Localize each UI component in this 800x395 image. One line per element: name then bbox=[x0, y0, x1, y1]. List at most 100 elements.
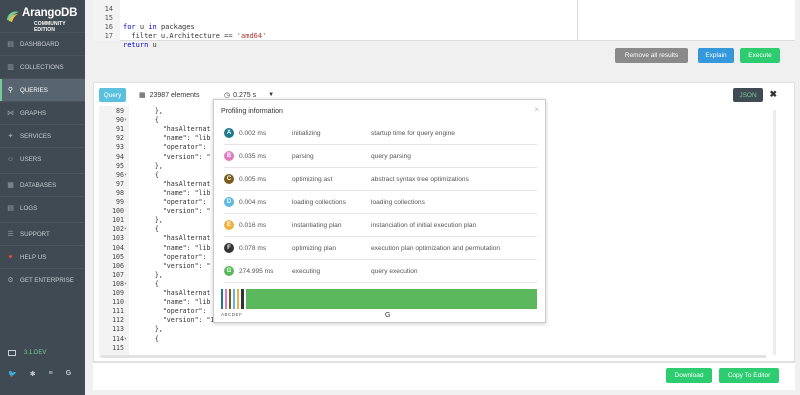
sidebar-item-dashboard[interactable]: ▤ DASHBOARD bbox=[0, 32, 85, 55]
phase-badge: F bbox=[224, 243, 234, 253]
code-text: }, bbox=[139, 161, 163, 170]
bar-legend: ABCDEF bbox=[221, 312, 243, 317]
sidebar-item-label: GRAPHS bbox=[20, 109, 47, 117]
fold-icon[interactable]: ▾ bbox=[124, 116, 127, 125]
sidebar-item-collections[interactable]: ▥ COLLECTIONS bbox=[0, 55, 85, 78]
profiling-row: E 0.016 ms instantiating plan instanciation… bbox=[224, 214, 537, 237]
dashboard-icon: ▤ bbox=[7, 41, 14, 48]
stackoverflow-icon[interactable]: ≡ bbox=[49, 370, 53, 378]
sidebar-item-graphs[interactable]: ⋈ GRAPHS bbox=[0, 101, 85, 124]
execute-button[interactable]: Execute bbox=[740, 48, 780, 63]
fold-icon[interactable]: ▾ bbox=[124, 171, 127, 180]
phase-name: executing bbox=[292, 268, 321, 275]
line-number: 106 bbox=[112, 261, 124, 270]
phase-description: execution plan optimization and permutat… bbox=[371, 245, 501, 252]
version-label: 3.1.DEV bbox=[24, 350, 47, 356]
json-toggle-button[interactable]: JSON bbox=[733, 88, 763, 102]
line-number: 101 bbox=[112, 216, 124, 225]
sidebar-item-label: LOGS bbox=[20, 204, 38, 212]
services-icon: ✦ bbox=[7, 133, 14, 140]
vertical-scrollbar[interactable] bbox=[773, 110, 776, 355]
phase-description: startup time for query engine bbox=[371, 130, 455, 137]
sidebar-item-label: COLLECTIONS bbox=[20, 63, 64, 71]
horizontal-scrollbar[interactable] bbox=[101, 355, 766, 358]
editor-line: 17 return u bbox=[93, 23, 157, 59]
copy-to-editor-button[interactable]: Copy To Editor bbox=[719, 368, 779, 383]
line-number: 96 bbox=[116, 170, 124, 179]
line-number: 111 bbox=[112, 307, 124, 316]
brand-name: ArangoDB bbox=[22, 7, 78, 19]
clock-icon: ◷ bbox=[224, 92, 231, 99]
caret-down-icon[interactable]: ▼ bbox=[268, 92, 274, 98]
sidebar-item-support[interactable]: ☰ SUPPORT bbox=[0, 222, 85, 245]
execution-time[interactable]: ◷ 0.275 s ▼ bbox=[224, 91, 274, 100]
enterprise-icon: ⚙ bbox=[7, 277, 14, 284]
code-text: "name": "lib bbox=[139, 298, 211, 307]
sidebar-item-logs[interactable]: ▤ LOGS bbox=[0, 196, 85, 219]
code-text: u bbox=[135, 23, 149, 31]
users-icon: ☺ bbox=[6, 155, 15, 163]
code-text: "hasAlternat bbox=[139, 234, 211, 243]
fold-icon[interactable]: ▾ bbox=[124, 280, 127, 289]
code-text: "operator": bbox=[139, 252, 207, 261]
download-button[interactable]: Download bbox=[666, 368, 712, 383]
sidebar-item-get-enterprise[interactable]: ⚙ GET ENTERPRISE bbox=[0, 268, 85, 291]
phase-time: 0.078 ms bbox=[239, 245, 267, 252]
remove-all-results-button[interactable]: Remove all results bbox=[615, 48, 688, 63]
phase-name: optimizing plan bbox=[292, 245, 336, 252]
phase-name: loading collections bbox=[292, 199, 346, 206]
close-icon[interactable]: × bbox=[534, 105, 539, 114]
code-text: "hasAlternat bbox=[139, 289, 211, 297]
tab-query[interactable]: Query bbox=[99, 88, 126, 102]
close-result-icon[interactable]: ✖ bbox=[769, 89, 777, 100]
code-text: { bbox=[139, 334, 159, 343]
support-icon: ☰ bbox=[7, 231, 14, 238]
line-number: 107 bbox=[112, 270, 124, 279]
phase-time: 0.035 ms bbox=[239, 153, 267, 160]
slack-icon[interactable]: ✱ bbox=[30, 370, 36, 378]
profiling-row: F 0.078 ms optimizing plan execution plan o… bbox=[224, 237, 537, 260]
code-text: { bbox=[139, 279, 159, 288]
keyword: in bbox=[148, 23, 157, 31]
phase-time: 0.016 ms bbox=[239, 222, 267, 229]
phase-description: query parsing bbox=[371, 153, 411, 160]
phase-time: 274.995 ms bbox=[239, 268, 274, 275]
google-icon[interactable]: G bbox=[66, 370, 71, 378]
code-text: "version": " bbox=[139, 152, 211, 161]
code-text: { bbox=[139, 225, 159, 234]
query-editor[interactable]: 14 15 for u in packages 16 filter u.Arch… bbox=[93, 0, 795, 49]
profiling-row: C 0.005 ms optimizing ast abstract syntax t… bbox=[224, 168, 537, 191]
line-number: 100 bbox=[112, 207, 124, 216]
sidebar-footer: 3.1.DEV 🐦 ✱ ≡ G bbox=[0, 350, 85, 395]
line-number: 97 bbox=[116, 179, 124, 188]
keyword: return bbox=[123, 41, 149, 49]
sidebar-item-label: HELP US bbox=[20, 253, 47, 261]
phase-description: loading collections bbox=[371, 199, 425, 206]
editor-divider bbox=[577, 0, 578, 41]
sidebar-item-queries[interactable]: ⚲ QUERIES bbox=[0, 78, 85, 101]
logo[interactable]: ArangoDB COMMUNITY EDITION bbox=[0, 0, 85, 33]
fold-icon[interactable]: ▾ bbox=[124, 335, 127, 344]
sidebar-item-databases[interactable]: ▦ DATABASES bbox=[0, 173, 85, 196]
profiling-popup: Profiling information × A 0.002 ms initial… bbox=[213, 99, 546, 323]
twitter-icon[interactable]: 🐦 bbox=[8, 370, 17, 378]
line-number: 90 bbox=[116, 116, 124, 125]
line-number: 110 bbox=[112, 298, 124, 307]
profiling-row: G 274.995 ms executing query execution bbox=[224, 260, 537, 283]
phase-badge: D bbox=[224, 197, 234, 207]
line-number: 109 bbox=[112, 289, 124, 297]
line-number: 103 bbox=[112, 234, 124, 243]
sidebar-item-help-us[interactable]: ♥ HELP US bbox=[0, 245, 85, 268]
profiling-row: A 0.002 ms initializing startup time for qu… bbox=[224, 122, 537, 145]
sidebar-item-label: SERVICES bbox=[20, 132, 52, 140]
elements-count: ▦ 23987 elements bbox=[139, 91, 200, 100]
sidebar-item-services[interactable]: ✦ SERVICES bbox=[0, 124, 85, 147]
fold-icon[interactable]: ▾ bbox=[124, 225, 127, 234]
code-text: packages bbox=[156, 23, 195, 31]
elements-label: 23987 elements bbox=[149, 91, 200, 99]
phase-description: instanciation of initial execution plan bbox=[371, 222, 477, 229]
sidebar-item-users[interactable]: ☺ USERS bbox=[0, 147, 85, 170]
explain-button[interactable]: Explain bbox=[698, 48, 734, 63]
profiling-bar bbox=[221, 289, 537, 309]
line-number: 92 bbox=[116, 134, 124, 143]
